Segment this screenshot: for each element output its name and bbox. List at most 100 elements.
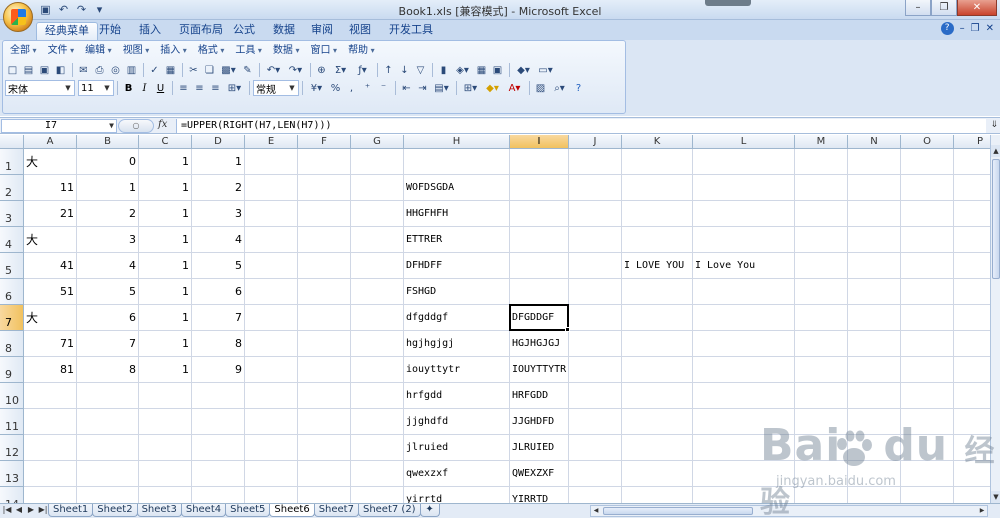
last-sheet-icon[interactable]: ▶| <box>38 505 48 514</box>
research-book-icon[interactable]: ▦ <box>163 63 178 78</box>
cell-h4[interactable]: ETTRER <box>404 227 510 253</box>
cell-i11[interactable]: JJGHDFD <box>510 409 569 435</box>
bold-icon[interactable]: B <box>121 81 136 96</box>
open-icon[interactable]: ▤ <box>21 63 36 78</box>
align-left-icon[interactable]: ≡ <box>176 81 191 96</box>
cell-a4[interactable]: 大 <box>24 227 77 253</box>
cell-d8[interactable]: 8 <box>192 331 245 357</box>
cell-h3[interactable]: HHGFHFH <box>404 201 510 227</box>
cell-b2[interactable]: 1 <box>77 175 139 201</box>
select-all-corner[interactable] <box>0 135 24 149</box>
cell-d9[interactable]: 9 <box>192 357 245 383</box>
research-icon[interactable]: ▥ <box>124 63 139 78</box>
ribbon-close-icon[interactable]: ✕ <box>986 23 994 34</box>
row-header-9[interactable]: 9 <box>0 357 24 383</box>
cell-b8[interactable]: 7 <box>77 331 139 357</box>
formula-cancel-enter[interactable]: ○ <box>118 119 154 133</box>
row-header-3[interactable]: 3 <box>0 201 24 227</box>
cell-i10[interactable]: HRFGDD <box>510 383 569 409</box>
sort-ascending-icon[interactable]: ↑ <box>381 63 396 78</box>
close-button[interactable]: ✕ <box>957 0 997 16</box>
cell-a6[interactable]: 51 <box>24 279 77 305</box>
tab-home[interactable]: 开始 <box>91 22 129 40</box>
menu-edit[interactable]: 编辑 <box>80 43 118 59</box>
permission-icon[interactable]: ◧ <box>53 63 68 78</box>
scroll-thumb[interactable] <box>992 159 1000 279</box>
cell-i8[interactable]: HGJHGJGJ <box>510 331 569 357</box>
cell-d6[interactable]: 6 <box>192 279 245 305</box>
find-icon[interactable]: ⌕▾ <box>549 81 570 96</box>
sheet-tab[interactable]: Sheet6 <box>269 504 315 517</box>
insert-sheet-icon[interactable]: ✦ <box>419 504 440 517</box>
help-icon[interactable]: ? <box>571 81 586 96</box>
minimize-button[interactable]: – <box>905 0 931 16</box>
cell-c5[interactable]: 1 <box>139 253 192 279</box>
row-header-14[interactable]: 14 <box>0 487 24 503</box>
column-header-e[interactable]: E <box>245 135 298 149</box>
expand-formula-icon[interactable]: ⇓ <box>990 120 998 130</box>
print-icon[interactable]: ⎙ <box>92 63 107 78</box>
cell-a7[interactable]: 大 <box>24 305 77 331</box>
column-header-i[interactable]: I <box>510 135 569 149</box>
cell-a8[interactable]: 71 <box>24 331 77 357</box>
sheet-tab[interactable]: Sheet1 <box>48 504 94 517</box>
menu-view[interactable]: 视图 <box>118 43 156 59</box>
style-icon[interactable]: ◆▾ <box>513 63 534 78</box>
cell-h5[interactable]: DFHDFF <box>404 253 510 279</box>
prev-sheet-icon[interactable]: ◀ <box>14 505 24 514</box>
sheet-tab[interactable]: Sheet7 (2) <box>357 504 421 517</box>
insert-function-icon[interactable]: fx <box>158 119 167 130</box>
sheet-tab[interactable]: Sheet5 <box>225 504 271 517</box>
tab-data[interactable]: 数据 <box>265 22 303 40</box>
column-header-g[interactable]: G <box>351 135 404 149</box>
tab-formulas[interactable]: 公式 <box>225 22 263 40</box>
row-header-1[interactable]: 1 <box>0 149 24 175</box>
cell-a9[interactable]: 81 <box>24 357 77 383</box>
ribbon-minimize-icon[interactable]: – <box>960 23 965 34</box>
row-header-11[interactable]: 11 <box>0 409 24 435</box>
cell-k5[interactable]: I LOVE YOU <box>622 253 693 279</box>
tab-view[interactable]: 视图 <box>341 22 379 40</box>
paste-icon[interactable]: ▩▾ <box>218 63 239 78</box>
first-sheet-icon[interactable]: |◀ <box>2 505 12 514</box>
vertical-scrollbar[interactable]: ▲ ▼ <box>990 135 1000 503</box>
cell-h10[interactable]: hrfgdd <box>404 383 510 409</box>
filter-icon[interactable]: ▽ <box>413 63 428 78</box>
align-center-icon[interactable]: ≡ <box>192 81 207 96</box>
tab-developer[interactable]: 开发工具 <box>381 22 441 40</box>
cell-h9[interactable]: iouyttytr <box>404 357 510 383</box>
column-header-b[interactable]: B <box>77 135 139 149</box>
email-icon[interactable]: ✉ <box>76 63 91 78</box>
column-header-h[interactable]: H <box>404 135 510 149</box>
cell-l5[interactable]: I Love You <box>693 253 795 279</box>
table-icon[interactable]: ▦ <box>474 63 489 78</box>
cell-c1[interactable]: 1 <box>139 149 192 175</box>
office-button[interactable] <box>3 2 33 32</box>
column-header-l[interactable]: L <box>693 135 795 149</box>
cell-h2[interactable]: WOFDSGDA <box>404 175 510 201</box>
help-icon[interactable]: ? <box>940 22 954 35</box>
merge-center-icon[interactable]: ⊞▾ <box>224 81 245 96</box>
column-header-n[interactable]: N <box>848 135 901 149</box>
row-header-8[interactable]: 8 <box>0 331 24 357</box>
cell-h12[interactable]: jlruied <box>404 435 510 461</box>
cell-h6[interactable]: FSHGD <box>404 279 510 305</box>
tab-insert[interactable]: 插入 <box>131 22 169 40</box>
scroll-thumb[interactable] <box>603 507 753 515</box>
undo-icon[interactable]: ↶▾ <box>263 63 284 78</box>
column-header-c[interactable]: C <box>139 135 192 149</box>
menu-data[interactable]: 数据 <box>268 43 306 59</box>
cell-b9[interactable]: 8 <box>77 357 139 383</box>
cell-c3[interactable]: 1 <box>139 201 192 227</box>
decrease-decimal-icon[interactable]: ⁻ <box>376 81 391 96</box>
menu-tools[interactable]: 工具 <box>230 43 268 59</box>
menu-all[interactable]: 全部 <box>5 43 43 59</box>
cell-c4[interactable]: 1 <box>139 227 192 253</box>
cell-d4[interactable]: 4 <box>192 227 245 253</box>
sheet-tab[interactable]: Sheet7 <box>313 504 359 517</box>
cell-b4[interactable]: 3 <box>77 227 139 253</box>
row-header-6[interactable]: 6 <box>0 279 24 305</box>
scroll-down-icon[interactable]: ▼ <box>991 491 1000 503</box>
ribbon-restore-icon[interactable]: ❐ <box>971 23 980 34</box>
column-header-d[interactable]: D <box>192 135 245 149</box>
